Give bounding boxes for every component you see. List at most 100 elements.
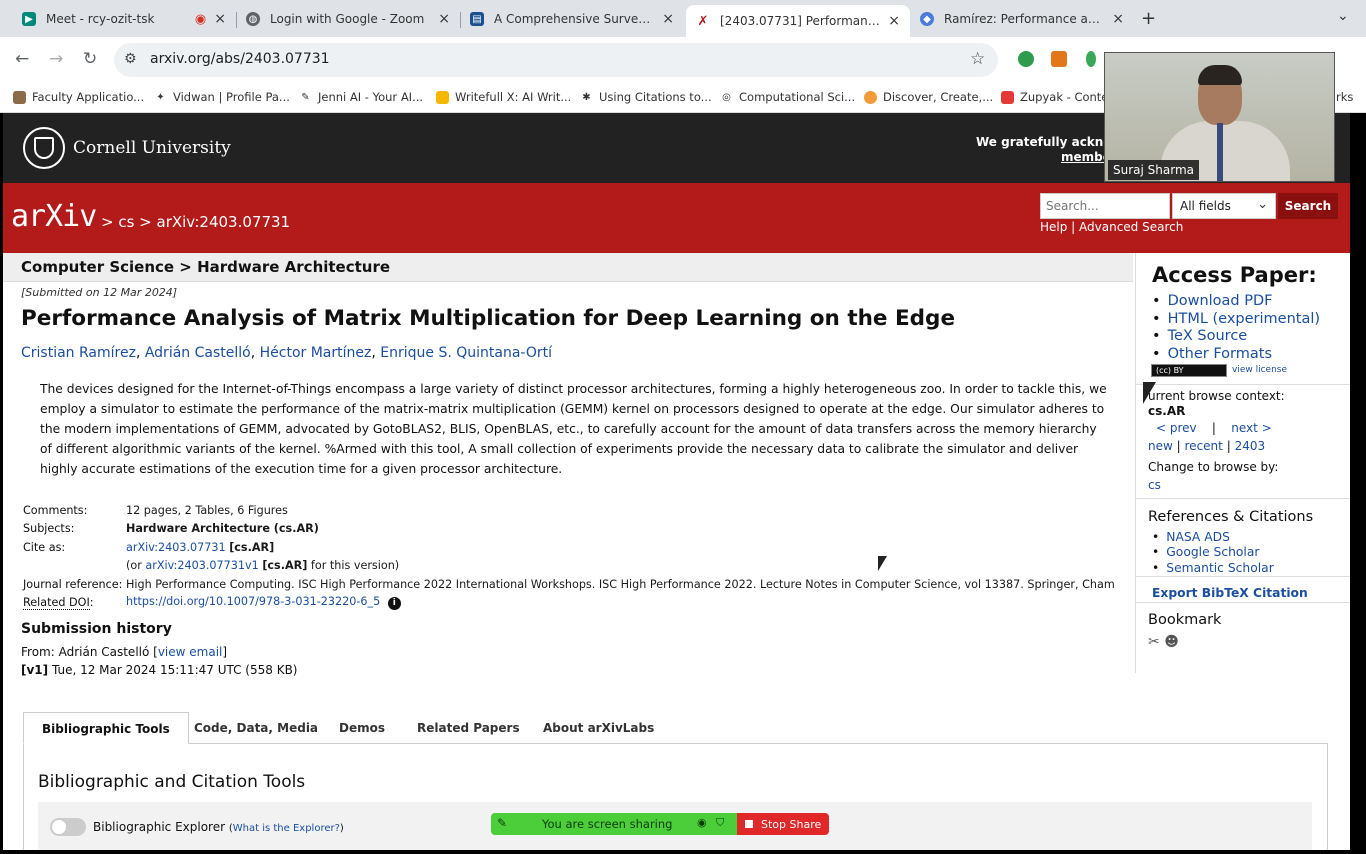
comments-label: Comments: (23, 503, 88, 517)
tab-title: Meet - rcy-ozit-tsk (46, 12, 155, 26)
new-tab-button[interactable]: + (1141, 8, 1156, 29)
bookmark-item[interactable]: ◎ Computational Sci... (720, 90, 855, 104)
doi-colon: : (89, 596, 94, 610)
bookmark-item[interactable]: Faculty Applicatio... (13, 90, 144, 104)
bookmark-star-icon[interactable]: ☆ (970, 49, 985, 69)
tab-ramirez[interactable]: ◆ Ramírez: Performance analys × (910, 5, 1134, 33)
bookmark-item[interactable]: ✦ Vidwan | Profile Pa... (154, 90, 290, 104)
new-link[interactable]: new (1148, 439, 1173, 453)
close-icon[interactable]: × (662, 11, 674, 27)
cite-version-link[interactable]: arXiv:2403.07731v1 (145, 559, 258, 572)
tab-search-chevron-icon[interactable]: ⌄ (1337, 8, 1349, 24)
author-link[interactable]: Enrique S. Quintana-Ortí (380, 345, 552, 361)
explorer-label: Bibliographic Explorer (What is the Expl… (93, 820, 344, 834)
cite-or: (or (126, 559, 142, 573)
pause-share-icon[interactable]: ◉ (697, 816, 707, 829)
view-email-link[interactable]: view email (158, 645, 223, 659)
change-browse-label: Change to browse by: (1148, 460, 1279, 474)
tab-about-arxivlabs[interactable]: About arXivLabs (525, 712, 672, 744)
search-input[interactable] (1040, 193, 1170, 219)
author-list: Cristian Ramírez, Adrián Castelló, Hécto… (21, 345, 553, 361)
bookmark-item[interactable]: ✎ Jenni AI - Your AI... (299, 90, 423, 104)
tab-demos[interactable]: Demos (321, 712, 403, 744)
breadcrumb[interactable]: > cs > arXiv:2403.07731 (101, 213, 290, 231)
download-pdf-link[interactable]: Download PDF (1166, 293, 1320, 311)
cornell-university-name[interactable]: Cornell University (73, 138, 231, 158)
author-link[interactable]: Cristian Ramírez (21, 345, 136, 361)
extension-icon[interactable] (1018, 51, 1034, 67)
mouse-cursor-icon (1143, 382, 1156, 404)
journal-value: High Performance Computing. ISC High Per… (126, 577, 1115, 591)
cite-version-tail: for this version) (310, 559, 400, 573)
select-value: All fields (1180, 199, 1231, 213)
site-settings-icon[interactable]: ⚙ (124, 51, 137, 67)
export-bibtex-link[interactable]: Export BibTeX Citation (1152, 586, 1308, 600)
html-link[interactable]: HTML (experimental) (1166, 311, 1320, 329)
bookmark-item[interactable]: Zupyak - Conte (1001, 90, 1108, 104)
tab-code-data-media[interactable]: Code, Data, Media (176, 712, 336, 744)
address-bar[interactable]: ⚙ arxiv.org/abs/2403.07731 ☆ (114, 43, 998, 77)
back-arrow-icon[interactable]: ← (15, 49, 29, 69)
google-scholar-link[interactable]: Google Scholar (1166, 545, 1274, 560)
what-is-explorer-link[interactable]: What is the Explorer? (233, 823, 340, 834)
tex-source-link[interactable]: TeX Source (1166, 328, 1320, 346)
reddit-icon[interactable]: ☻ (1164, 634, 1179, 650)
drag-handle-icon[interactable]: ✎ (497, 816, 507, 830)
prev-link[interactable]: < prev (1156, 421, 1197, 435)
search-field-select[interactable]: All fields ⌄ (1172, 193, 1276, 219)
close-icon[interactable]: × (438, 11, 450, 27)
tab-ieee[interactable]: ▤ A Comprehensive Survey on × (460, 5, 684, 33)
doi-link[interactable]: https://doi.org/10.1007/978-3-031-23220-… (126, 595, 380, 608)
recording-icon: ◉ (194, 11, 207, 27)
close-icon[interactable]: × (888, 13, 900, 29)
tab-arxiv[interactable]: ✗ [2403.07731] Performance A × (686, 5, 910, 37)
bookmark-item[interactable]: ✱ Using Citations to... (580, 90, 711, 104)
author-link[interactable]: Adrián Castelló (145, 345, 251, 361)
table-row: Journal reference: High Performance Comp… (23, 575, 1115, 594)
view-license-link[interactable]: view license (1232, 365, 1287, 375)
explorer-toggle[interactable] (50, 818, 86, 836)
cc-license-badge[interactable]: (cc) BY (1151, 364, 1227, 377)
screen-sharing-bar[interactable]: ✎ You are screen sharing ◉ ⛉ (491, 813, 737, 835)
tab-title: Ramírez: Performance analys (944, 12, 1105, 26)
pen-icon: ✎ (301, 91, 310, 103)
pipe: | (1211, 421, 1216, 435)
tab-related-papers[interactable]: Related Papers (399, 712, 538, 744)
tab-meet[interactable]: ▶ Meet - rcy-ozit-tsk ◉ × (12, 5, 236, 33)
author-link[interactable]: Héctor Martínez (260, 345, 372, 361)
year-link[interactable]: 2403 (1235, 439, 1266, 453)
version-tag[interactable]: [v1] (21, 663, 48, 677)
info-icon[interactable]: i (387, 597, 401, 611)
help-advanced-search-links[interactable]: Help | Advanced Search (1040, 220, 1183, 234)
extension-icon[interactable] (1086, 51, 1096, 67)
shield-icon[interactable]: ⛉ (716, 816, 724, 830)
next-link[interactable]: next > (1231, 421, 1271, 435)
bookmark-item[interactable]: Writefull X: AI Writ... (436, 90, 571, 104)
arxiv-icon: ✗ (697, 13, 709, 29)
tab-separator (236, 12, 237, 28)
search-button[interactable]: Search (1278, 193, 1338, 219)
tab-bibliographic-tools[interactable]: Bibliographic Tools (23, 712, 189, 744)
reload-icon[interactable]: ↻ (83, 49, 97, 69)
tab-zoom[interactable]: ◍ Login with Google - Zoom × (236, 5, 460, 33)
arxiv-logo[interactable]: arXiv (11, 199, 97, 234)
recent-link[interactable]: recent (1185, 439, 1223, 453)
forward-arrow-icon[interactable]: → (49, 49, 63, 69)
cornell-seal-icon[interactable] (23, 127, 65, 169)
close-icon[interactable]: × (214, 11, 226, 27)
globe-icon: ◍ (246, 12, 260, 26)
nasa-ads-link[interactable]: NASA ADS (1166, 530, 1274, 545)
bookmark-item[interactable]: Discover, Create,... (864, 90, 993, 104)
bibsonomy-icon[interactable]: ✂ (1148, 634, 1160, 650)
access-links: Download PDF HTML (experimental) TeX Sou… (1166, 293, 1320, 363)
metamask-icon[interactable] (1051, 51, 1067, 67)
close-icon[interactable]: × (1112, 11, 1124, 27)
semantic-scholar-link[interactable]: Semantic Scholar (1166, 561, 1273, 576)
stop-share-button[interactable]: Stop Share (737, 813, 829, 835)
cs-link[interactable]: cs (1148, 478, 1161, 492)
page-content: Computer Science > Hardware Architecture… (3, 253, 1350, 850)
new-recent-year: new | recent | 2403 (1148, 439, 1266, 453)
bookmarks-overflow[interactable]: rks (1336, 90, 1353, 104)
other-formats-link[interactable]: Other Formats (1166, 346, 1320, 364)
cite-link[interactable]: arXiv:2403.07731 (126, 541, 226, 554)
